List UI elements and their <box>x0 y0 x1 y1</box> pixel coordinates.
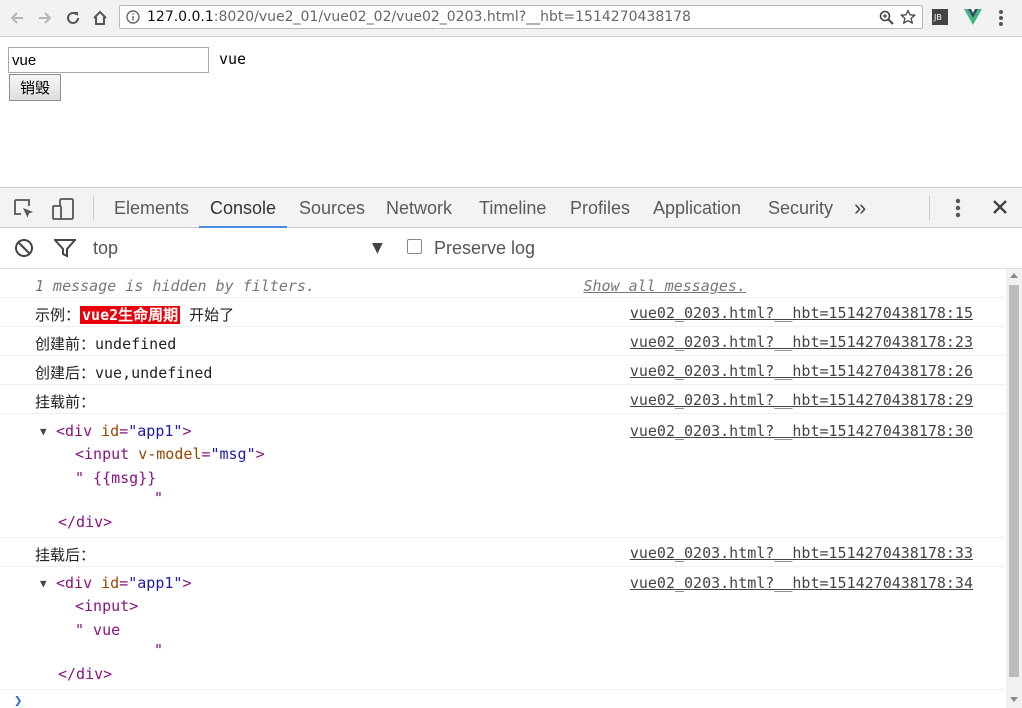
console-source-link[interactable]: vue02_0203.html?__hbt=1514270438178:23 <box>630 333 973 351</box>
attr-name: id <box>101 422 120 440</box>
console-message-row: 创建后：vue,undefined vue02_0203.html?__hbt=… <box>0 356 1006 385</box>
toolbar-divider <box>929 196 930 220</box>
show-all-messages-link[interactable]: Show all messages. <box>583 277 746 295</box>
preserve-log-checkbox[interactable] <box>407 239 422 254</box>
forward-icon[interactable] <box>35 8 55 28</box>
highlighted-text: vue2生命周期 <box>80 306 181 324</box>
devtools-tab-bar: Elements Console Sources Network Timelin… <box>0 187 1022 229</box>
msg-input[interactable] <box>8 47 209 73</box>
console-source-link[interactable]: vue02_0203.html?__hbt=1514270438178:33 <box>630 544 973 562</box>
console-output: 1 message is hidden by filters. Show all… <box>0 269 1006 708</box>
clear-console-icon[interactable] <box>14 238 34 258</box>
destroy-button[interactable]: 销毁 <box>9 74 61 101</box>
msg-echo-text: vue <box>219 50 247 68</box>
dom-child-tag[interactable]: <input v-model="msg"> <box>75 445 265 463</box>
tag-name: input <box>84 597 130 615</box>
home-icon[interactable] <box>90 8 110 28</box>
console-prompt-icon[interactable]: ❯ <box>14 693 22 708</box>
url-text: 127.0.0.1:8020/vue2_01/vue02_02/vue02_02… <box>147 9 691 25</box>
scrollbar-thumb[interactable] <box>1009 285 1019 677</box>
menu-dots-icon[interactable] <box>998 9 1004 27</box>
console-source-link[interactable]: vue02_0203.html?__hbt=1514270438178:29 <box>630 391 973 409</box>
tab-profiles[interactable]: Profiles <box>570 198 630 219</box>
attr-value: "app1" <box>128 574 183 592</box>
context-selector[interactable]: top <box>93 238 118 259</box>
console-dom-node-row: ▼ <div id="app1"> <input> " vue " </div>… <box>0 567 1006 690</box>
back-icon[interactable] <box>7 8 27 28</box>
console-source-link[interactable]: vue02_0203.html?__hbt=1514270438178:26 <box>630 362 973 380</box>
console-scrollbar[interactable] <box>1006 269 1022 708</box>
dom-close-tag[interactable]: </div> <box>58 513 112 531</box>
dom-text-node-end: " <box>154 641 164 659</box>
tag-name: div <box>65 574 93 592</box>
attr-name: id <box>101 574 120 592</box>
dom-text-node-end: " <box>154 489 164 507</box>
vue-devtools-icon[interactable] <box>964 9 982 25</box>
extension-badge-text: JB <box>933 13 942 22</box>
tab-timeline[interactable]: Timeline <box>479 198 546 219</box>
toolbar-divider <box>93 196 94 220</box>
url-host: 127.0.0.1 <box>147 9 214 25</box>
tab-security[interactable]: Security <box>768 198 833 219</box>
scroll-up-icon[interactable] <box>1010 273 1018 278</box>
console-message-row: 挂载后： vue02_0203.html?__hbt=1514270438178… <box>0 538 1006 567</box>
address-bar[interactable]: 127.0.0.1:8020/vue2_01/vue02_02/vue02_02… <box>119 5 923 29</box>
message-prefix: 示例： <box>35 306 81 324</box>
console-source-link[interactable]: vue02_0203.html?__hbt=1514270438178:30 <box>630 422 973 440</box>
inspect-element-icon[interactable] <box>13 198 35 220</box>
dom-close-tag[interactable]: </div> <box>58 665 112 683</box>
devtools-menu-icon[interactable] <box>955 198 961 218</box>
device-toolbar-icon[interactable] <box>51 198 75 220</box>
message-suffix: 开始了 <box>180 306 235 324</box>
console-message-text: 挂载后： <box>35 546 96 564</box>
tab-network[interactable]: Network <box>386 198 452 219</box>
attr-value: "app1" <box>128 422 183 440</box>
console-message-text: 创建后：vue,undefined <box>35 364 213 382</box>
tab-sources[interactable]: Sources <box>299 198 365 219</box>
filter-icon[interactable] <box>54 238 76 258</box>
tab-elements[interactable]: Elements <box>114 198 189 219</box>
reload-icon[interactable] <box>63 8 83 28</box>
tag-name: input <box>84 445 130 463</box>
console-dom-node-row: ▼ <div id="app1"> <input v-model="msg"> … <box>0 414 1006 538</box>
expand-triangle-icon[interactable]: ▼ <box>40 425 47 438</box>
dom-text-node: " vue <box>75 621 121 639</box>
console-filter-bar: top ▼ Preserve log <box>0 228 1022 269</box>
dom-text-node: " {{msg}} <box>75 469 157 487</box>
tag-name: div <box>65 422 93 440</box>
tab-console[interactable]: Console <box>210 198 276 219</box>
console-message-text: 创建前：undefined <box>35 335 177 353</box>
more-tabs-icon[interactable]: » <box>854 195 866 221</box>
browser-toolbar: 127.0.0.1:8020/vue2_01/vue02_02/vue02_02… <box>0 0 1022 37</box>
dom-open-tag[interactable]: <div id="app1"> <box>56 422 191 440</box>
dom-child-tag[interactable]: <input> <box>75 597 138 615</box>
attr-name: v-model <box>138 445 202 463</box>
scroll-down-icon[interactable] <box>1010 697 1018 702</box>
zoom-icon[interactable] <box>879 10 894 25</box>
bookmark-star-icon[interactable] <box>900 9 916 25</box>
jetbrains-extension-icon[interactable]: JB <box>932 9 948 25</box>
tab-application[interactable]: Application <box>653 198 741 219</box>
preserve-log-label: Preserve log <box>434 238 536 258</box>
console-message-text: 挂载前： <box>35 393 96 411</box>
hidden-messages-notice: 1 message is hidden by filters. <box>35 277 315 295</box>
console-hidden-notice-row: 1 message is hidden by filters. Show all… <box>0 269 1006 298</box>
console-message-row: 创建前：undefined vue02_0203.html?__hbt=1514… <box>0 327 1006 356</box>
console-message-row: 示例： vue2生命周期 开始了 vue02_0203.html?__hbt=15… <box>0 298 1006 327</box>
close-devtools-icon[interactable] <box>991 198 1009 216</box>
context-dropdown-icon[interactable]: ▼ <box>372 240 383 256</box>
info-icon[interactable] <box>126 10 140 24</box>
attr-value: "msg" <box>210 445 256 463</box>
dom-open-tag[interactable]: <div id="app1"> <box>56 574 191 592</box>
console-source-link[interactable]: vue02_0203.html?__hbt=1514270438178:15 <box>630 304 973 322</box>
expand-triangle-icon[interactable]: ▼ <box>40 577 47 590</box>
console-message-row: 挂载前： vue02_0203.html?__hbt=1514270438178… <box>0 385 1006 414</box>
url-path: :8020/vue2_01/vue02_02/vue02_0203.html?_… <box>213 9 691 25</box>
console-source-link[interactable]: vue02_0203.html?__hbt=1514270438178:34 <box>630 574 973 592</box>
console-message-text: 示例： vue2生命周期 开始了 <box>35 304 234 325</box>
